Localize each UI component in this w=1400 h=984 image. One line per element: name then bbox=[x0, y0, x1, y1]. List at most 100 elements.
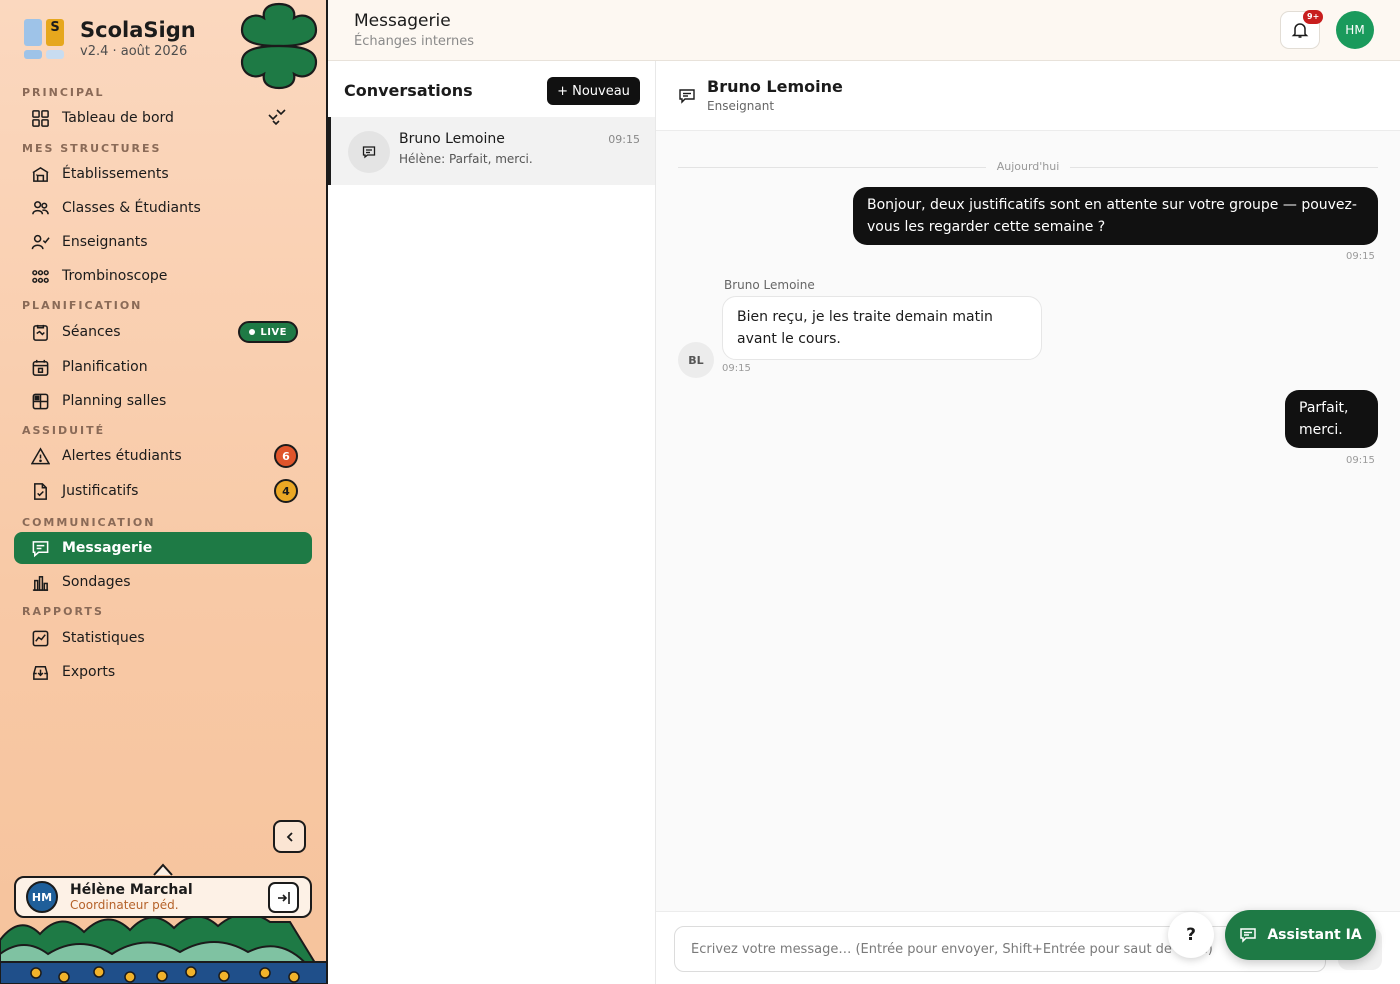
brand: S ScolaSign v2.4 · août 2026 bbox=[24, 18, 196, 59]
page-title: Messagerie bbox=[354, 11, 451, 31]
brand-logo: S bbox=[24, 18, 64, 59]
sidebar: S ScolaSign v2.4 · août 2026 PRINCIPAL T… bbox=[0, 0, 328, 984]
chat-icon bbox=[1240, 928, 1257, 943]
sidebar-item-label: Trombinoscope bbox=[62, 268, 168, 284]
message-bubble-outgoing: Bonjour, deux justificatifs sont en atte… bbox=[853, 187, 1378, 245]
user-name: Hélène Marchal bbox=[70, 882, 193, 898]
message-sender: Bruno Lemoine bbox=[724, 278, 815, 292]
sidebar-item-classes[interactable]: Classes & Étudiants bbox=[14, 192, 312, 224]
sidebar-item-label: Établissements bbox=[62, 166, 169, 182]
user-check-icon bbox=[30, 232, 50, 252]
live-badge: LIVE bbox=[238, 321, 298, 343]
building-icon bbox=[30, 164, 50, 184]
line-chart-icon bbox=[30, 628, 50, 648]
logout-icon bbox=[277, 891, 290, 904]
section-label-rapports: RAPPORTS bbox=[22, 605, 104, 618]
caret-up-icon bbox=[153, 863, 173, 876]
chat-contact-role: Enseignant bbox=[707, 99, 775, 113]
room-grid-icon bbox=[30, 391, 50, 411]
sidebar-item-exports[interactable]: Exports bbox=[14, 656, 312, 688]
conversation-name: Bruno Lemoine bbox=[399, 131, 505, 147]
chevron-left-icon bbox=[286, 831, 293, 842]
day-separator: Aujourd'hui bbox=[678, 159, 1378, 175]
sidebar-item-label: Justificatifs bbox=[62, 483, 139, 499]
sidebar-item-label: Statistiques bbox=[62, 630, 145, 646]
sidebar-item-alertes[interactable]: Alertes étudiants 6 bbox=[14, 440, 312, 472]
section-label-principal: PRINCIPAL bbox=[22, 86, 105, 99]
sidebar-item-label: Séances bbox=[62, 324, 121, 340]
conversation-time: 09:15 bbox=[608, 133, 640, 146]
chat-panel: Bruno Lemoine Enseignant Aujourd'hui Bon… bbox=[656, 61, 1400, 984]
message-time: 09:15 bbox=[722, 363, 751, 374]
sidebar-item-statistiques[interactable]: Statistiques bbox=[14, 622, 312, 654]
conversations-title: Conversations bbox=[344, 81, 473, 100]
new-conversation-button[interactable]: + Nouveau bbox=[547, 77, 640, 105]
user-role: Coordinateur péd. bbox=[70, 898, 179, 912]
avatar: HM bbox=[26, 881, 58, 913]
topbar: Messagerie Échanges internes 9+ HM bbox=[328, 0, 1400, 61]
section-label-assiduite: ASSIDUITÉ bbox=[22, 424, 106, 437]
export-icon bbox=[30, 662, 50, 682]
page-subtitle: Échanges internes bbox=[354, 34, 475, 49]
sidebar-item-label: Messagerie bbox=[62, 540, 153, 556]
sidebar-item-etablissements[interactable]: Établissements bbox=[14, 158, 312, 190]
photo-grid-icon bbox=[30, 266, 50, 286]
users-icon bbox=[30, 198, 50, 218]
chat-header: Bruno Lemoine Enseignant bbox=[656, 61, 1400, 131]
message-time: 09:15 bbox=[1346, 251, 1375, 262]
conversation-preview: Hélène: Parfait, merci. bbox=[399, 152, 533, 166]
message-bubble-outgoing: Parfait, merci. bbox=[1285, 390, 1378, 448]
sidebar-item-label: Planning salles bbox=[62, 393, 167, 409]
sidebar-item-label: Planification bbox=[62, 359, 148, 375]
file-check-icon bbox=[30, 481, 50, 501]
message-bubble-incoming: Bien reçu, je les traite demain matin av… bbox=[722, 296, 1042, 360]
conversation-list-panel: Conversations + Nouveau Bruno Lemoine Hé… bbox=[328, 61, 656, 984]
sidebar-item-planning-salles[interactable]: Planning salles bbox=[14, 385, 312, 417]
sidebar-item-trombinoscope[interactable]: Trombinoscope bbox=[14, 260, 312, 292]
help-button[interactable]: ? bbox=[1168, 912, 1214, 958]
message-time: 09:15 bbox=[1346, 455, 1375, 466]
sidebar-item-sondages[interactable]: Sondages bbox=[14, 566, 312, 598]
sidebar-item-enseignants[interactable]: Enseignants bbox=[14, 226, 312, 258]
notifications-badge: 9+ bbox=[1303, 10, 1324, 24]
avatar: BL bbox=[678, 342, 714, 378]
user-card[interactable]: HM Hélène Marchal Coordinateur péd. bbox=[14, 876, 312, 918]
bar-chart-icon bbox=[30, 572, 50, 592]
sidebar-item-label: Alertes étudiants bbox=[62, 448, 182, 464]
justificatifs-count-badge: 4 bbox=[274, 479, 298, 503]
grid-icon bbox=[30, 108, 50, 128]
assistant-ia-button[interactable]: Assistant IA bbox=[1225, 910, 1376, 960]
section-label-communication: COMMUNICATION bbox=[22, 516, 156, 529]
avatar[interactable]: HM bbox=[1336, 11, 1374, 49]
brand-name: ScolaSign bbox=[80, 18, 196, 42]
notifications-button[interactable]: 9+ bbox=[1280, 10, 1324, 49]
assistant-ia-label: Assistant IA bbox=[1267, 927, 1362, 943]
logout-button[interactable] bbox=[268, 882, 299, 913]
alertes-count-badge: 6 bbox=[274, 444, 298, 468]
collapse-sidebar-button[interactable] bbox=[273, 820, 306, 853]
sidebar-item-dashboard[interactable]: Tableau de bord bbox=[14, 102, 312, 134]
sidebar-item-label: Classes & Étudiants bbox=[62, 200, 201, 216]
chevron-double-down-icon[interactable] bbox=[264, 106, 290, 132]
section-label-structures: MES STRUCTURES bbox=[22, 142, 162, 155]
brand-version: v2.4 · août 2026 bbox=[80, 44, 188, 59]
sidebar-item-label: Exports bbox=[62, 664, 116, 680]
list-item[interactable]: Bruno Lemoine Hélène: Parfait, merci. 09… bbox=[328, 117, 655, 185]
clipboard-icon bbox=[30, 322, 50, 342]
sidebar-item-messagerie[interactable]: Messagerie bbox=[14, 532, 312, 564]
sidebar-item-label: Sondages bbox=[62, 574, 131, 590]
sidebar-item-planification[interactable]: Planification bbox=[14, 351, 312, 383]
sidebar-item-seances[interactable]: Séances LIVE bbox=[14, 316, 312, 348]
message-icon bbox=[30, 538, 50, 558]
sidebar-item-justificatifs[interactable]: Justificatifs 4 bbox=[14, 475, 312, 507]
clover-decoration-icon bbox=[240, 2, 318, 90]
section-label-planification: PLANIFICATION bbox=[22, 299, 143, 312]
calendar-icon bbox=[30, 357, 50, 377]
message-icon bbox=[348, 131, 390, 173]
sidebar-item-label: Tableau de bord bbox=[62, 110, 174, 126]
chat-contact-name: Bruno Lemoine bbox=[707, 77, 843, 96]
sidebar-item-label: Enseignants bbox=[62, 234, 148, 250]
warning-icon bbox=[30, 446, 50, 466]
message-icon bbox=[679, 89, 695, 104]
bell-icon bbox=[1291, 23, 1309, 38]
